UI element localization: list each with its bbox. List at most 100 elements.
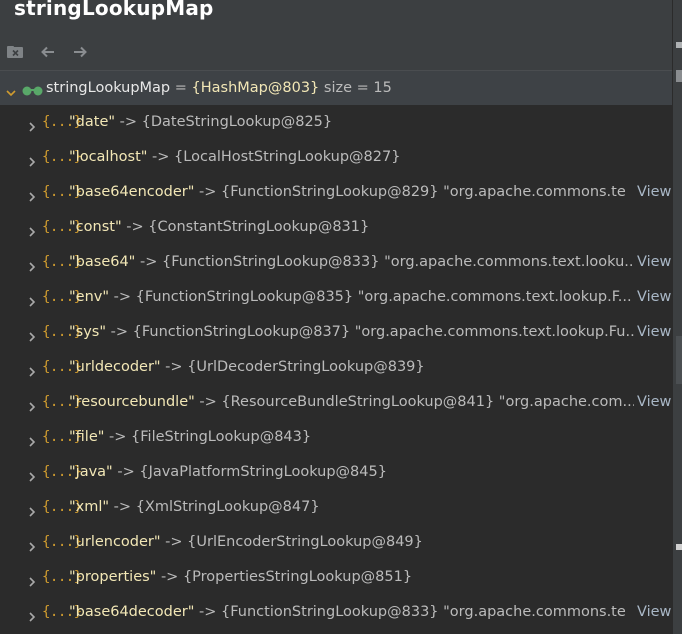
entry-key: "properties": [69, 569, 157, 585]
view-link[interactable]: View: [634, 253, 672, 271]
entry-string-preview: "org.apache.commons.te: [438, 604, 626, 620]
entry-label: "env" -> {FunctionStringLookup@835} "org…: [69, 288, 632, 306]
entry-label: "xml" -> {XmlStringLookup@847}: [69, 498, 320, 516]
tree-entry-row[interactable]: {...} "sys" -> {FunctionStringLookup@837}…: [0, 315, 672, 350]
entry-value: {XmlStringLookup@847}: [135, 499, 320, 515]
chevron-down-icon[interactable]: [6, 83, 16, 97]
entry-key: "base64decoder": [69, 604, 195, 620]
entry-arrow: ->: [106, 324, 133, 340]
entry-value: {DateStringLookup@825}: [141, 114, 333, 130]
tree-entry-row[interactable]: {...} "localhost" -> {LocalHostStringLook…: [0, 140, 672, 175]
view-link[interactable]: View: [634, 603, 672, 621]
entry-label: "file" -> {FileStringLookup@843}: [69, 428, 311, 446]
entry-key: "urldecoder": [69, 359, 161, 375]
tree-entry-row[interactable]: {...} "urldecoder" -> {UrlDecoderStringLo…: [0, 350, 672, 385]
scrollbar-thumb[interactable]: [676, 336, 682, 384]
entry-arrow: ->: [109, 499, 136, 515]
chevron-right-icon[interactable]: [27, 537, 37, 552]
entry-arrow: ->: [121, 219, 149, 235]
window-title: stringLookupMap: [14, 0, 214, 20]
entry-value: {FunctionStringLookup@835}: [135, 289, 354, 305]
tree-entry-row[interactable]: {...} "env" -> {FunctionStringLookup@835}…: [0, 280, 672, 315]
chevron-right-icon[interactable]: [27, 327, 37, 342]
view-link[interactable]: View: [634, 183, 672, 201]
entry-arrow: ->: [160, 534, 188, 550]
entry-value: {UrlEncoderStringLookup@849}: [187, 534, 423, 550]
tree-entry-row[interactable]: {...} "java" -> {JavaPlatformStringLookup…: [0, 455, 672, 490]
title-bar: stringLookupMap: [0, 0, 672, 34]
view-link[interactable]: View: [634, 323, 672, 341]
entry-value: {LocalHostStringLookup@827}: [174, 149, 401, 165]
entry-label: "base64encoder" -> {FunctionStringLookup…: [69, 183, 626, 201]
root-size: size = 15: [319, 80, 392, 96]
tree-entry-row[interactable]: {...} "resourcebundle" -> {ResourceBundle…: [0, 385, 672, 420]
entry-value: {ResourceBundleStringLookup@841}: [221, 394, 495, 410]
tree-entry-row[interactable]: {...} "base64decoder" -> {FunctionStringL…: [0, 595, 672, 630]
tree-entry-row[interactable]: {...} "base64encoder" -> {FunctionStringL…: [0, 175, 672, 210]
tree-entry-row[interactable]: {...} "xml" -> {XmlStringLookup@847}: [0, 490, 672, 525]
entry-value: {FunctionStringLookup@829}: [221, 184, 439, 200]
chevron-right-icon[interactable]: [27, 467, 37, 482]
chevron-right-icon[interactable]: [27, 502, 37, 517]
chevron-right-icon[interactable]: [27, 187, 37, 202]
entry-arrow: ->: [104, 429, 132, 445]
close-tab-icon[interactable]: [6, 43, 24, 61]
tree-entry-row[interactable]: {...} "urlencoder" -> {UrlEncoderStringLo…: [0, 525, 672, 560]
entry-arrow: ->: [194, 604, 222, 620]
entry-value: {FunctionStringLookup@837}: [132, 324, 351, 340]
tree-entry-row[interactable]: {...} "file" -> {FileStringLookup@843}: [0, 420, 672, 455]
chevron-right-icon[interactable]: [27, 222, 37, 237]
forward-arrow-icon[interactable]: [71, 43, 89, 61]
tree-entry-row[interactable]: {...} "const" -> {ConstantStringLookup@83…: [0, 210, 672, 245]
chevron-right-icon[interactable]: [27, 607, 37, 622]
side-tool-strip: [672, 0, 682, 634]
root-node-row[interactable]: stringLookupMap = {HashMap@803} size = 1…: [0, 70, 672, 105]
entry-label: "const" -> {ConstantStringLookup@831}: [69, 218, 369, 236]
toolbar: [0, 34, 672, 70]
chevron-right-icon[interactable]: [27, 397, 37, 412]
view-link[interactable]: View: [634, 393, 672, 411]
entry-arrow: ->: [135, 254, 162, 270]
root-name: stringLookupMap: [46, 80, 171, 96]
entry-key: "urlencoder": [69, 534, 161, 550]
chevron-right-icon[interactable]: [27, 572, 37, 587]
chevron-right-icon[interactable]: [27, 117, 37, 132]
entry-value: {FunctionStringLookup@833}: [221, 604, 439, 620]
entry-value: {JavaPlatformStringLookup@845}: [139, 464, 387, 480]
chevron-right-icon[interactable]: [27, 257, 37, 272]
entry-key: "localhost": [69, 149, 148, 165]
root-equals: =: [170, 80, 192, 96]
entry-label: "date" -> {DateStringLookup@825}: [69, 113, 332, 131]
entry-arrow: ->: [194, 184, 222, 200]
entry-value: {FunctionStringLookup@833}: [161, 254, 380, 270]
strip-marker: [676, 544, 682, 550]
entry-label: "base64" -> {FunctionStringLookup@833} "…: [69, 253, 638, 271]
entry-arrow: ->: [112, 464, 140, 480]
entry-label: "resourcebundle" -> {ResourceBundleStrin…: [69, 393, 636, 411]
entry-arrow: ->: [156, 569, 183, 585]
entry-label: "properties" -> {PropertiesStringLookup@…: [69, 568, 412, 586]
entry-key: "base64encoder": [69, 184, 195, 200]
back-arrow-icon[interactable]: [39, 43, 57, 61]
entry-key: "xml": [69, 499, 110, 515]
strip-marker: [676, 42, 682, 48]
tree-entry-row[interactable]: {...} "date" -> {DateStringLookup@825}: [0, 105, 672, 140]
entry-string-preview: "org.apache.commons.te: [438, 184, 626, 200]
entry-key: "resourcebundle": [69, 394, 195, 410]
tree-entry-row[interactable]: {...} "base64" -> {FunctionStringLookup@8…: [0, 245, 672, 280]
chevron-right-icon[interactable]: [27, 362, 37, 377]
root-value: {HashMap@803}: [191, 80, 320, 96]
tree-entry-row[interactable]: {...} "properties" -> {PropertiesStringLo…: [0, 560, 672, 595]
strip-marker: [676, 70, 682, 82]
view-link[interactable]: View: [634, 288, 672, 306]
chevron-right-icon[interactable]: [27, 292, 37, 307]
watch-glasses-icon: [22, 82, 44, 96]
entry-key: "java": [69, 464, 113, 480]
entry-label: "urldecoder" -> {UrlDecoderStringLookup@…: [69, 358, 425, 376]
entry-key: "file": [69, 429, 105, 445]
chevron-right-icon[interactable]: [27, 152, 37, 167]
entry-value: {FileStringLookup@843}: [131, 429, 312, 445]
entry-string-preview: "org.apache.commons.text.lookup.F...: [353, 289, 632, 305]
entry-key: "base64": [69, 254, 136, 270]
chevron-right-icon[interactable]: [27, 432, 37, 447]
